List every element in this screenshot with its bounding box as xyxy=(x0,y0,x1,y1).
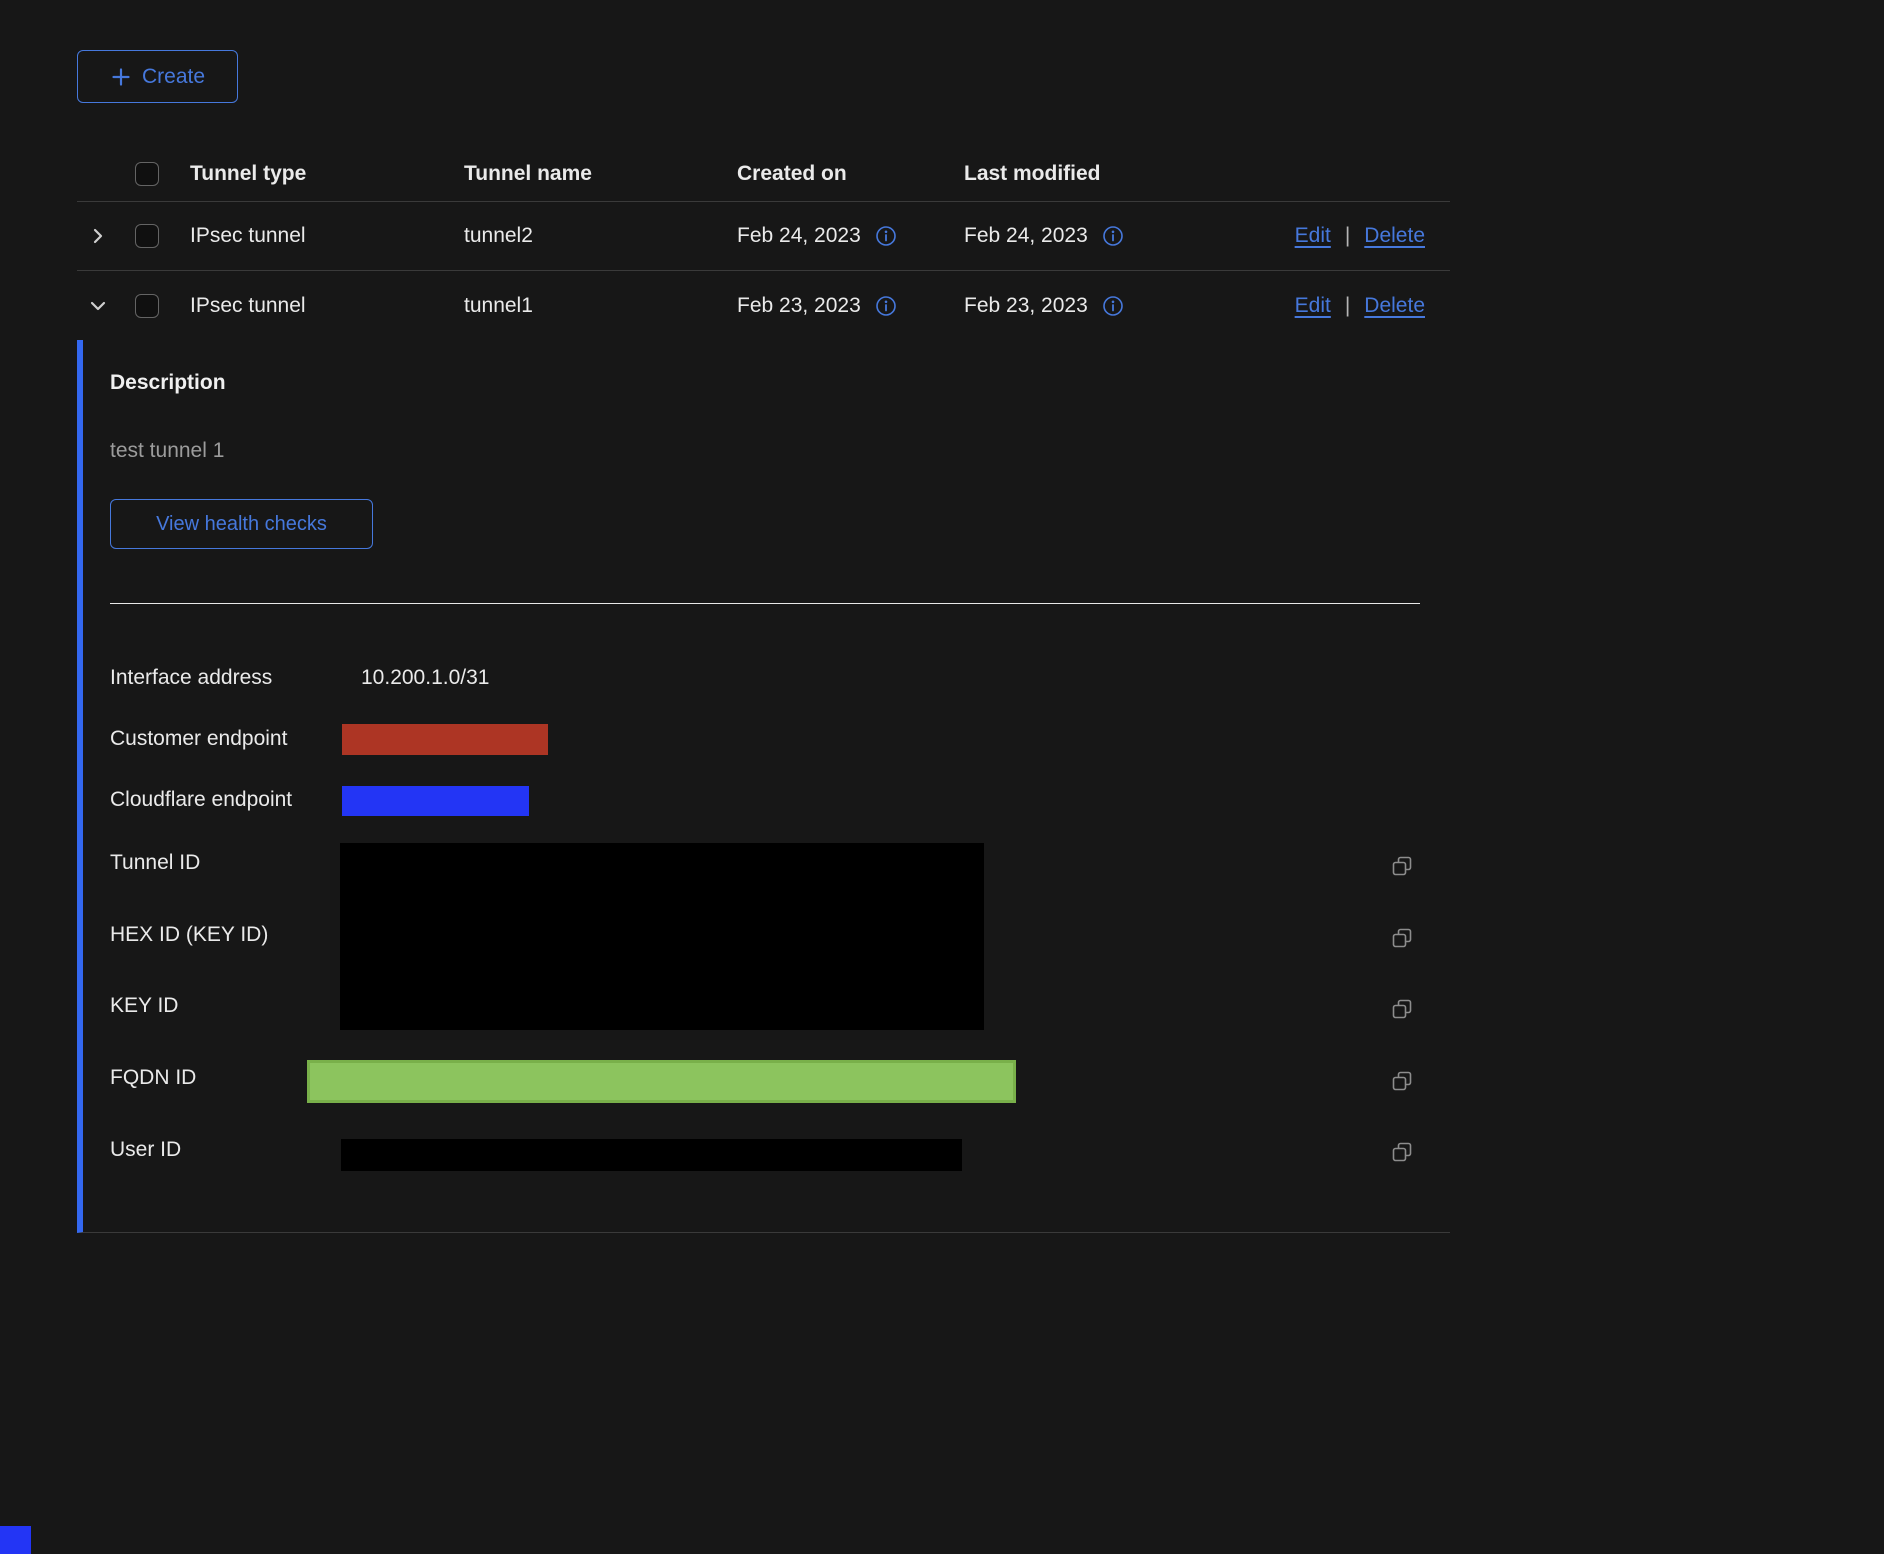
link-separator: | xyxy=(1345,224,1350,248)
interface-address-value: 10.200.1.0/31 xyxy=(361,666,489,690)
chevron-down-icon[interactable] xyxy=(88,296,108,316)
delete-link[interactable]: Delete xyxy=(1364,224,1425,248)
tunnel-name-value: tunnel1 xyxy=(464,294,737,318)
edit-link[interactable]: Edit xyxy=(1295,294,1331,318)
edit-link[interactable]: Edit xyxy=(1295,224,1331,248)
cloudflare-endpoint-redacted-value xyxy=(342,786,529,816)
tunnel-detail-panel: Description test tunnel 1 View health ch… xyxy=(77,340,1450,1233)
link-separator: | xyxy=(1345,294,1350,318)
tunnels-page: Create Tunnel type Tunnel name Created o… xyxy=(0,0,1884,1554)
fqdn-id-redacted-value xyxy=(307,1060,1016,1103)
last-modified-value: Feb 24, 2023 xyxy=(964,224,1088,248)
copy-icon[interactable] xyxy=(1390,854,1414,878)
tunnel-hex-key-id-redacted-values xyxy=(340,843,984,1030)
copy-icon[interactable] xyxy=(1390,1140,1414,1164)
table-header-row: Tunnel type Tunnel name Created on Last … xyxy=(77,146,1450,202)
copy-icon[interactable] xyxy=(1390,1069,1414,1093)
customer-endpoint-label: Customer endpoint xyxy=(110,727,287,751)
user-id-label: User ID xyxy=(110,1138,181,1162)
info-icon[interactable] xyxy=(875,295,897,317)
info-icon[interactable] xyxy=(1102,295,1124,317)
select-all-checkbox[interactable] xyxy=(135,162,159,186)
view-health-checks-button[interactable]: View health checks xyxy=(110,499,373,549)
user-id-redacted-value xyxy=(341,1139,962,1171)
tunnel-type-value: IPsec tunnel xyxy=(190,294,464,318)
create-button[interactable]: Create xyxy=(77,50,238,103)
bottom-left-accent-fragment xyxy=(0,1526,31,1554)
last-modified-value: Feb 23, 2023 xyxy=(964,294,1088,318)
cloudflare-endpoint-label: Cloudflare endpoint xyxy=(110,788,292,812)
description-value: test tunnel 1 xyxy=(110,439,224,463)
table-row-tunnel1: IPsec tunnel tunnel1 Feb 23, 2023 Feb 23… xyxy=(77,271,1450,340)
chevron-right-icon[interactable] xyxy=(88,226,108,246)
create-button-label: Create xyxy=(142,65,205,89)
tunnel-name-value: tunnel2 xyxy=(464,224,737,248)
key-id-label: KEY ID xyxy=(110,994,178,1018)
section-divider xyxy=(110,603,1420,604)
fqdn-id-label: FQDN ID xyxy=(110,1066,196,1090)
info-icon[interactable] xyxy=(1102,225,1124,247)
created-on-value: Feb 24, 2023 xyxy=(737,224,861,248)
description-label: Description xyxy=(110,371,226,395)
row-checkbox[interactable] xyxy=(135,294,159,318)
interface-address-label: Interface address xyxy=(110,666,272,690)
row-checkbox[interactable] xyxy=(135,224,159,248)
tunnel-id-label: Tunnel ID xyxy=(110,851,200,875)
header-created-on: Created on xyxy=(737,162,964,186)
plus-icon xyxy=(110,66,132,88)
hex-id-label: HEX ID (KEY ID) xyxy=(110,923,268,947)
table-row-tunnel2: IPsec tunnel tunnel2 Feb 24, 2023 Feb 24… xyxy=(77,202,1450,271)
header-tunnel-name: Tunnel name xyxy=(464,162,737,186)
tunnel-type-value: IPsec tunnel xyxy=(190,224,464,248)
delete-link[interactable]: Delete xyxy=(1364,294,1425,318)
customer-endpoint-redacted-value xyxy=(342,724,548,755)
created-on-value: Feb 23, 2023 xyxy=(737,294,861,318)
header-tunnel-type: Tunnel type xyxy=(190,162,464,186)
info-icon[interactable] xyxy=(875,225,897,247)
copy-icon[interactable] xyxy=(1390,926,1414,950)
copy-icon[interactable] xyxy=(1390,997,1414,1021)
header-last-modified: Last modified xyxy=(964,162,1194,186)
